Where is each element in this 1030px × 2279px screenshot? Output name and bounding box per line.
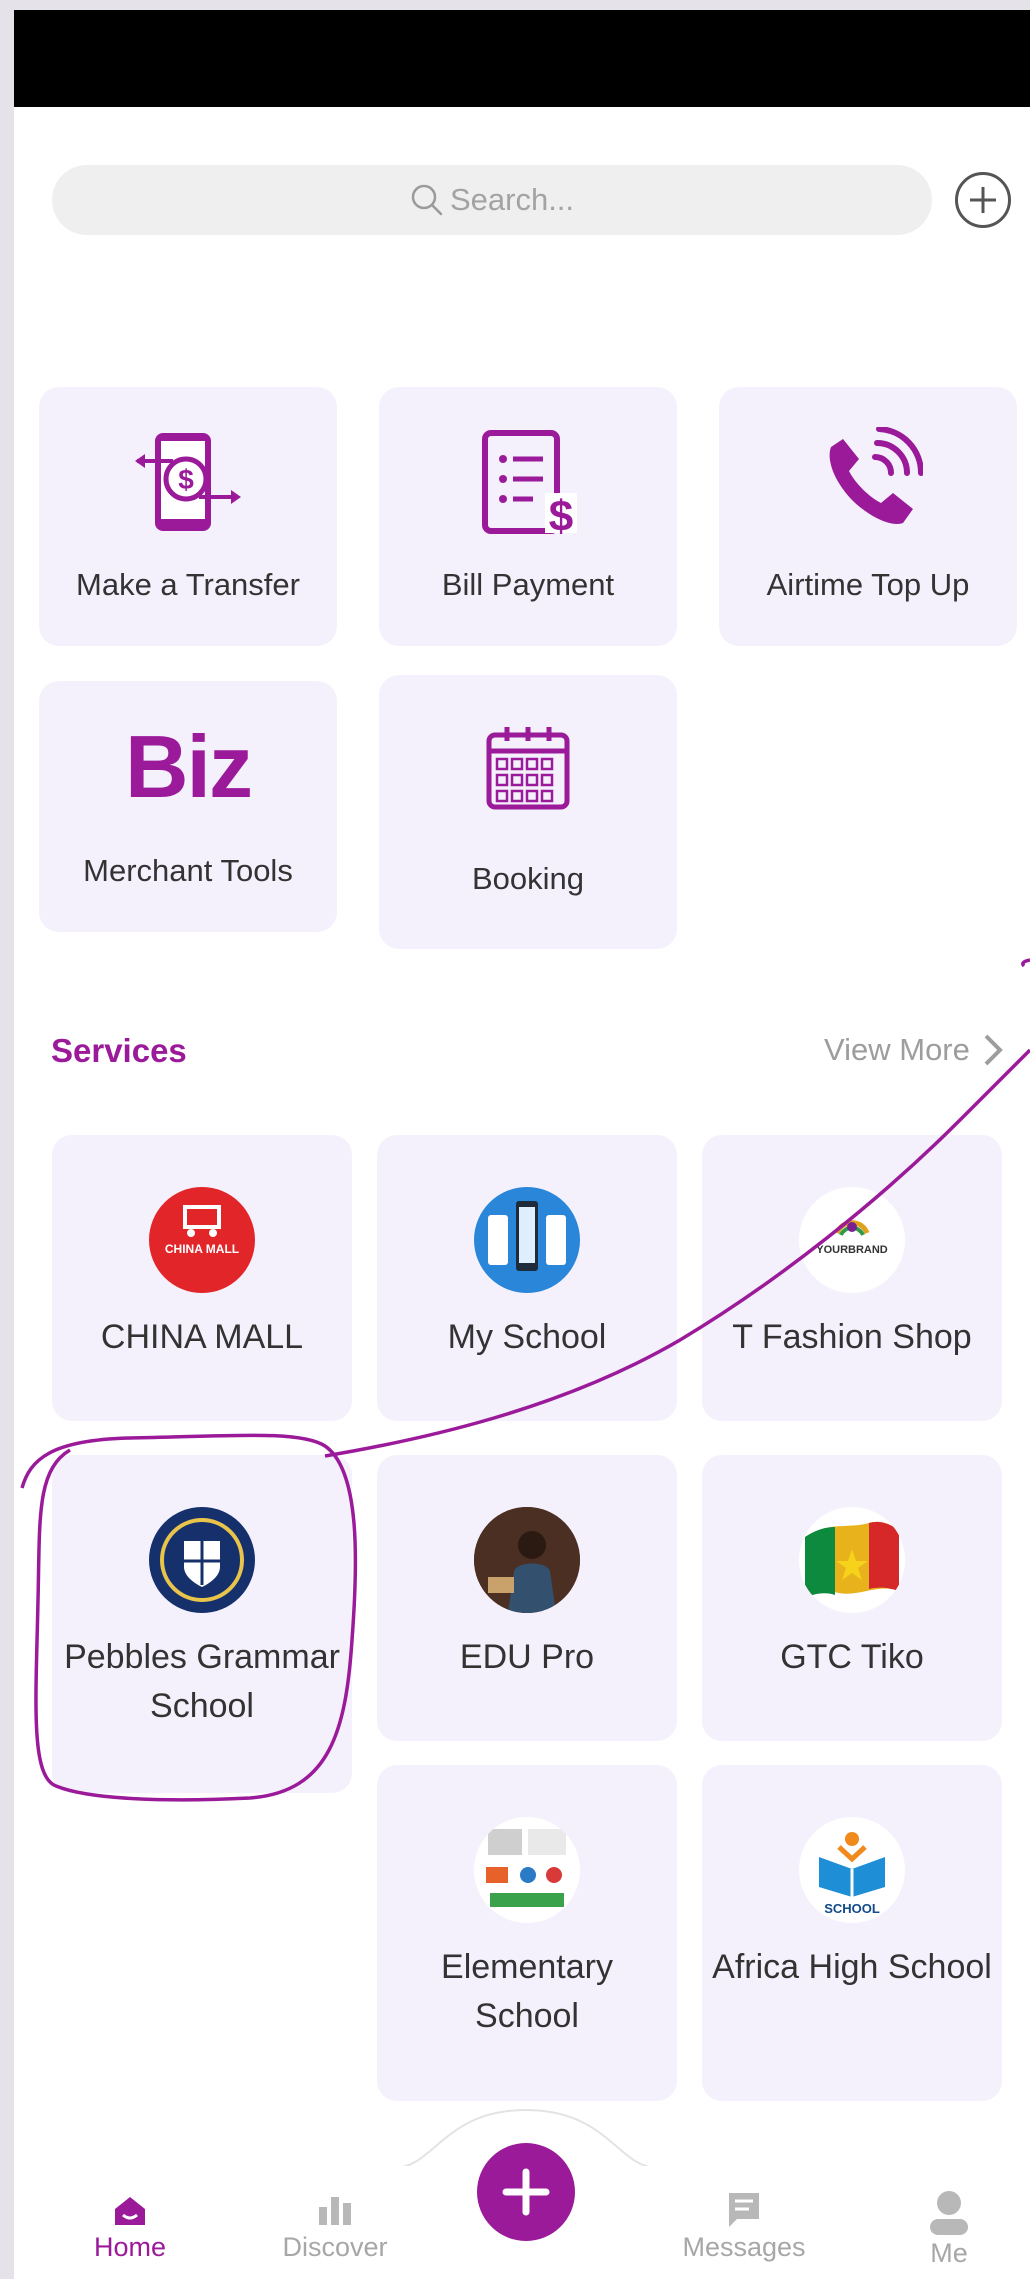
service-card-edu-pro[interactable]: EDU Pro — [377, 1455, 677, 1741]
make-transfer-card[interactable]: $ Make a Transfer — [39, 387, 337, 646]
svg-text:CHINA MALL: CHINA MALL — [165, 1242, 239, 1256]
nav-home[interactable]: Home — [72, 2188, 188, 2263]
yourbrand-logo: YOURBRAND — [799, 1187, 905, 1293]
service-card-pebbles-grammar-school[interactable]: Pebbles Grammar School — [52, 1455, 352, 1793]
calendar-icon — [379, 725, 677, 811]
plus-icon — [502, 2168, 550, 2216]
svg-text:$: $ — [178, 464, 194, 495]
discover-icon — [270, 2188, 400, 2232]
svg-text:SCHOOL: SCHOOL — [824, 1901, 880, 1916]
view-more-link[interactable]: View More — [824, 1032, 1008, 1068]
add-button[interactable] — [955, 172, 1011, 228]
service-card-gtc-tiko[interactable]: GTC Tiko — [702, 1455, 1002, 1741]
service-card-china-mall[interactable]: CHINA MALL CHINA MALL — [52, 1135, 352, 1421]
nav-me[interactable]: Me — [904, 2188, 994, 2269]
service-card-elementary-school[interactable]: Elementary School — [377, 1765, 677, 2101]
merchant-tools-card[interactable]: Biz Merchant Tools — [39, 681, 337, 932]
elementary-collage-logo — [474, 1817, 580, 1923]
chevron-right-icon — [984, 1034, 1003, 1066]
plus-icon — [970, 187, 996, 213]
service-label: EDU Pro — [459, 1638, 595, 1676]
service-label: GTC Tiko — [780, 1638, 924, 1676]
transfer-icon: $ — [39, 427, 337, 537]
phone-screen: Search... $ Make a Transfer $ Bill Payme… — [14, 10, 1030, 2279]
service-label: CHINA MALL — [100, 1318, 304, 1356]
nav-messages[interactable]: Messages — [674, 2188, 814, 2263]
booking-label: Booking — [471, 861, 585, 896]
svg-text:YOURBRAND: YOURBRAND — [816, 1244, 888, 1256]
make-transfer-label: Make a Transfer — [76, 567, 300, 602]
bill-icon: $ — [379, 427, 677, 537]
user-icon — [904, 2188, 994, 2238]
airtime-top-up-card[interactable]: Airtime Top Up — [719, 387, 1017, 646]
airtime-top-up-label: Airtime Top Up — [766, 567, 970, 602]
nav-discover[interactable]: Discover — [270, 2188, 400, 2263]
merchant-tools-label: Merchant Tools — [83, 853, 293, 888]
booking-card[interactable]: Booking — [379, 675, 677, 949]
search-input[interactable]: Search... — [52, 165, 932, 235]
search-placeholder: Search... — [449, 182, 575, 217]
service-card-t-fashion-shop[interactable]: YOURBRAND T Fashion Shop — [702, 1135, 1002, 1421]
search-icon — [411, 184, 443, 216]
svg-text:$: $ — [549, 492, 573, 537]
service-label: My School — [447, 1318, 607, 1356]
bill-payment-label: Bill Payment — [441, 567, 615, 602]
school-book-logo: SCHOOL — [799, 1817, 905, 1923]
services-title: Services — [51, 1032, 187, 1069]
service-label: Pebbles Grammar School — [64, 1638, 340, 1725]
edu-pro-photo — [474, 1507, 580, 1613]
my-school-logo — [474, 1187, 580, 1293]
home-icon — [72, 2188, 188, 2232]
cameroon-flag-logo — [799, 1507, 905, 1613]
bill-payment-card[interactable]: $ Bill Payment — [379, 387, 677, 646]
add-fab-button[interactable] — [477, 2143, 575, 2241]
nav-me-label: Me — [930, 2238, 968, 2268]
service-label: Elementary School — [441, 1948, 613, 2035]
service-card-africa-high-school[interactable]: SCHOOL Africa High School — [702, 1765, 1002, 2101]
service-label: T Fashion Shop — [732, 1318, 972, 1356]
nav-home-label: Home — [93, 2232, 167, 2262]
phone-icon — [719, 427, 1017, 537]
china-mall-logo: CHINA MALL — [149, 1187, 255, 1293]
service-card-my-school[interactable]: My School — [377, 1135, 677, 1421]
nav-discover-label: Discover — [282, 2232, 388, 2262]
status-bar — [14, 10, 1030, 107]
pebbles-crest-logo — [149, 1507, 255, 1613]
nav-messages-label: Messages — [682, 2232, 806, 2262]
service-label: Africa High School — [712, 1948, 992, 1986]
view-more-label: View More — [824, 1032, 970, 1067]
biz-logo: Biz — [125, 717, 253, 816]
message-icon — [674, 2188, 814, 2232]
